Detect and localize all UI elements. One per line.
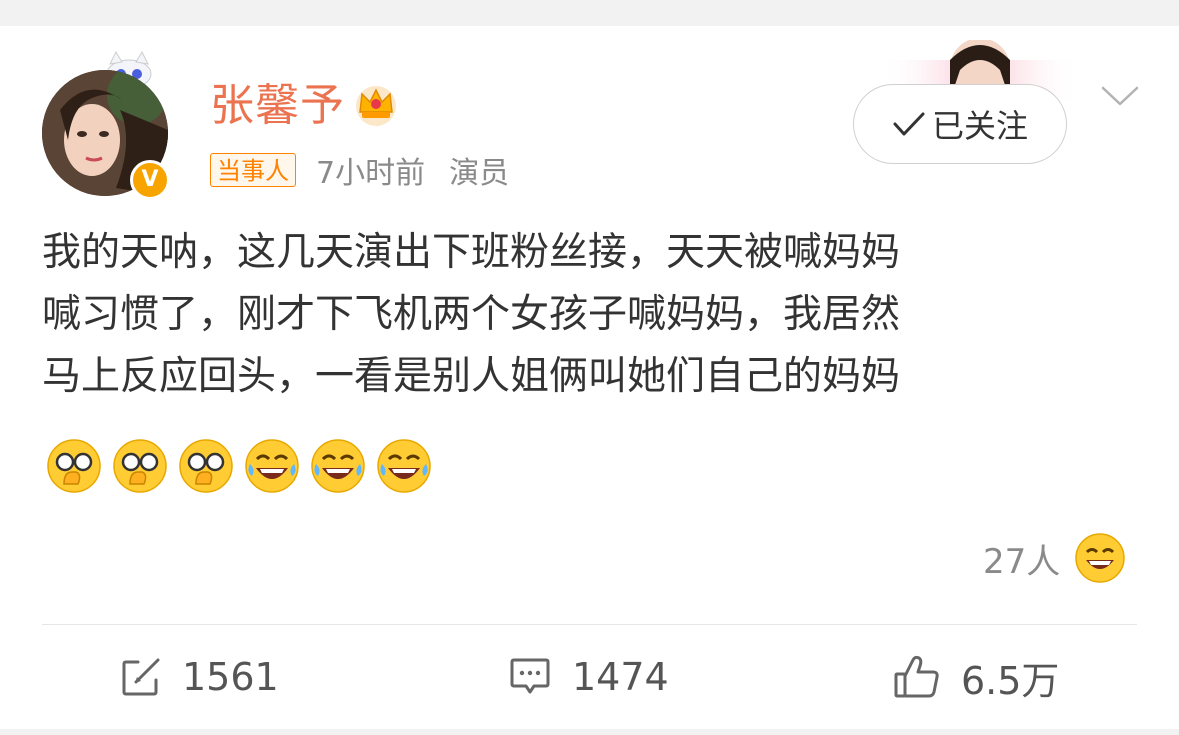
verified-icon: V [130,160,170,200]
comment-button[interactable]: 1474 [508,652,669,702]
check-icon [893,112,925,136]
reaction-summary[interactable]: 27人 [983,532,1126,584]
bottom-bar [0,729,1179,735]
laugh-tears-emoji-icon [311,439,365,493]
follow-label: 已关注 [931,107,1028,145]
comment-count: 1474 [572,655,669,699]
like-button[interactable]: 6.5万 [893,652,1060,703]
facepalm-glasses-emoji-icon [179,439,233,493]
repost-icon [122,658,160,696]
post-text-line: 我的天呐，这几天演出下班粉丝接，天天被喊妈妈 [42,230,901,275]
like-count: 6.5万 [961,658,1060,703]
follow-button[interactable]: 已关注 [853,84,1067,164]
post-time: 7小时前 [316,156,426,191]
top-bar [0,0,1179,26]
post-text-line: 喊习惯了，刚才下飞机两个女孩子喊妈妈，我居然 [42,292,901,337]
party-badge: 当事人 [210,153,296,187]
post-meta: 当事人 7小时前 演员 [210,150,510,191]
author-name[interactable]: 张馨予 [210,78,345,134]
grin-emoji-icon [1075,533,1126,583]
repost-count: 1561 [182,655,279,699]
facepalm-glasses-emoji-icon [113,439,167,493]
emoji-row [46,438,442,494]
crown-icon[interactable] [352,80,400,128]
comment-icon [510,658,550,694]
post-text-line: 马上反应回头，一看是别人姐俩叫她们自己的妈妈 [42,354,901,399]
repost-button[interactable]: 1561 [120,652,279,702]
author-role: 演员 [449,156,510,191]
laugh-tears-emoji-icon [245,439,299,493]
divider [42,624,1137,625]
post-content: 我的天呐，这几天演出下班粉丝接，天天被喊妈妈 喊习惯了，刚才下飞机两个女孩子喊妈… [42,222,1142,408]
laugh-tears-emoji-icon [377,439,431,493]
author-avatar[interactable]: V [42,50,182,200]
like-icon [894,655,939,698]
reaction-count: 27人 [983,541,1061,582]
chevron-down-icon[interactable] [1100,84,1140,108]
facepalm-glasses-emoji-icon [47,439,101,493]
